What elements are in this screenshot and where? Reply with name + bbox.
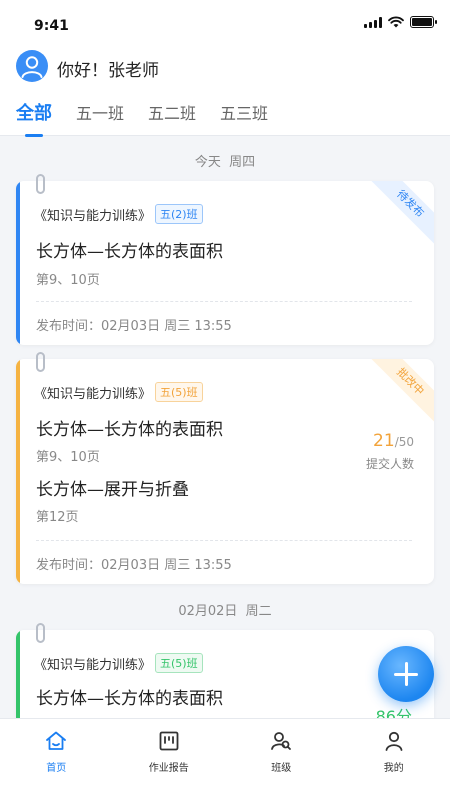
nav-home[interactable]: 首页 <box>0 719 113 800</box>
assignment-title: 长方体—长方体的表面积 <box>36 420 223 440</box>
publish-time: 发布时间：02月03日 周三 13:55 <box>36 558 232 573</box>
signal-icon <box>364 16 382 28</box>
submitted-count: 21 <box>373 431 395 451</box>
header: 你好！张老师 全部 五一班 五二班 五三班 <box>0 44 450 136</box>
divider <box>36 540 412 541</box>
status-ribbon: 批改中 <box>370 359 434 423</box>
battery-icon <box>410 16 437 28</box>
nav-profile[interactable]: 我的 <box>338 719 450 800</box>
paperclip-icon <box>36 174 45 194</box>
nav-label: 首页 <box>46 763 67 774</box>
submission-stat: 21/50 提交人数 <box>366 431 414 472</box>
nav-class[interactable]: 班级 <box>225 719 338 800</box>
avatar[interactable] <box>16 50 48 82</box>
book-row: 《知识与能力训练》 五(5)班 <box>34 382 203 402</box>
assignment-pages: 第12页 <box>36 510 79 525</box>
date-separator: 02月02日 周二 <box>0 600 450 619</box>
nav-label: 班级 <box>271 763 292 774</box>
status-time: 9:41 <box>34 18 69 34</box>
assignment-pages: 第9、10页 <box>36 273 100 288</box>
date-label: 02月02日 <box>178 604 238 619</box>
status-icons <box>364 16 437 28</box>
tab-class-5-1[interactable]: 五一班 <box>76 100 124 126</box>
weekday-label: 周二 <box>245 604 272 619</box>
card-accent-bar <box>16 359 20 584</box>
tab-class-5-3[interactable]: 五三班 <box>220 100 268 126</box>
nav-label: 作业报告 <box>148 763 189 774</box>
assignment-pages: 第9、10页 <box>36 450 100 465</box>
book-row: 《知识与能力训练》 五(5)班 <box>34 653 203 673</box>
paperclip-icon <box>36 623 45 643</box>
class-icon <box>271 732 292 750</box>
publish-time: 发布时间：02月03日 周三 13:55 <box>36 319 232 334</box>
status-bar: 9:41 <box>0 0 450 44</box>
book-title: 《知识与能力训练》 <box>34 657 152 673</box>
tab-all[interactable]: 全部 <box>16 99 52 125</box>
total-count: /50 <box>394 435 414 449</box>
status-ribbon: 待发布 <box>370 181 434 245</box>
paperclip-icon <box>36 352 45 372</box>
assignment-card[interactable]: 待发布 《知识与能力训练》 五(2)班 长方体—长方体的表面积 第9、10页 发… <box>16 181 434 345</box>
user-avatar-icon <box>21 56 43 78</box>
home-icon <box>46 731 67 750</box>
book-row: 《知识与能力训练》 五(2)班 <box>34 204 203 224</box>
status-label: 批改中 <box>370 359 434 423</box>
wifi-icon <box>388 16 404 28</box>
bottom-nav: 首页 作业报告 班级 我的 <box>0 718 450 800</box>
profile-icon <box>385 731 403 751</box>
weekday-label: 周四 <box>229 155 256 170</box>
class-tag: 五(2)班 <box>155 204 203 224</box>
greeting: 你好！张老师 <box>57 61 159 81</box>
divider <box>36 301 412 302</box>
class-tag: 五(5)班 <box>155 382 203 402</box>
date-label: 今天 <box>194 155 221 170</box>
class-tag: 五(5)班 <box>155 653 203 673</box>
book-title: 《知识与能力训练》 <box>34 386 152 402</box>
book-title: 《知识与能力训练》 <box>34 208 152 224</box>
assignment-title: 长方体—长方体的表面积 <box>36 242 223 262</box>
status-label: 待发布 <box>370 181 434 245</box>
card-accent-bar <box>16 181 20 345</box>
report-icon <box>159 731 179 751</box>
class-tabs: 全部 五一班 五二班 五三班 <box>16 100 268 126</box>
assignment-card[interactable]: 批改中 《知识与能力训练》 五(5)班 长方体—长方体的表面积 第9、10页 长… <box>16 359 434 584</box>
submitted-label: 提交人数 <box>365 457 414 471</box>
date-separator: 今天 周四 <box>0 151 450 170</box>
nav-report[interactable]: 作业报告 <box>113 719 226 800</box>
assignment-title: 长方体—展开与折叠 <box>36 480 189 500</box>
nav-label: 我的 <box>383 763 404 774</box>
tab-class-5-2[interactable]: 五二班 <box>148 100 196 126</box>
add-assignment-button[interactable] <box>378 646 434 702</box>
assignment-title: 长方体—长方体的表面积 <box>36 689 223 709</box>
